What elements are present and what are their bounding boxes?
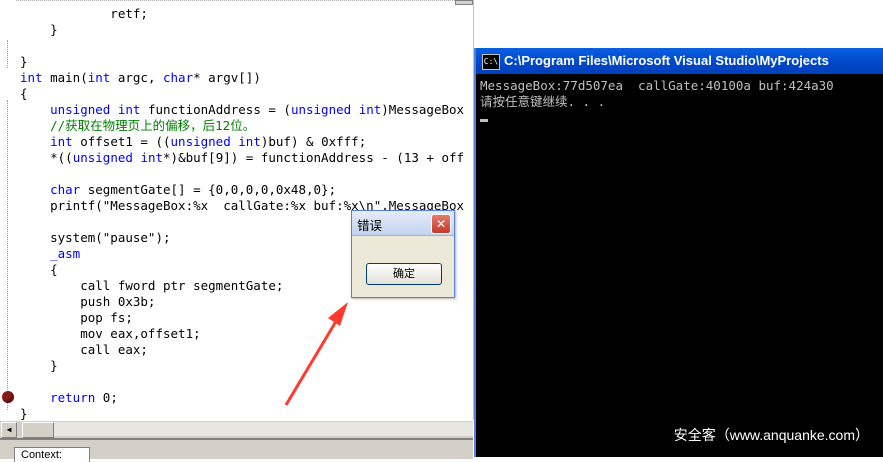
code-text: segmentGate[] = {0,0,0,0,0x48,0}; (80, 182, 337, 197)
code-keyword: unsigned (72, 150, 133, 165)
code-line[interactable]: } (20, 358, 58, 374)
code-line[interactable]: } (20, 54, 28, 70)
code-text: )buf) & 0xfff; (260, 134, 367, 149)
code-text: } (20, 22, 58, 37)
code-keyword: int (87, 70, 111, 85)
code-text: argc, (110, 70, 163, 85)
code-text: call eax; (20, 342, 148, 357)
code-line[interactable]: { (20, 86, 28, 102)
console-output: MessageBox:77d507ea callGate:40100a buf:… (480, 78, 883, 457)
console-line-2: 请按任意键继续. . . (480, 94, 606, 109)
code-keyword: int (117, 102, 141, 117)
code-text: system("pause"); (20, 230, 171, 245)
code-line[interactable]: mov eax,offset1; (20, 326, 201, 342)
code-text: { (20, 86, 28, 101)
code-text: main( (42, 70, 88, 85)
close-icon[interactable]: ✕ (431, 214, 451, 234)
console-line-1: MessageBox:77d507ea callGate:40100a buf:… (480, 78, 834, 93)
console-app-icon: C:\ (482, 54, 500, 70)
code-text: { (20, 262, 58, 277)
scroll-left-arrow-icon[interactable]: ◀ (1, 422, 17, 438)
code-line[interactable]: { (20, 262, 58, 278)
code-text: functionAddress = ( (140, 102, 291, 117)
code-line[interactable]: push 0x3b; (20, 294, 155, 310)
code-line[interactable]: return 0; (20, 390, 118, 406)
code-keyword: char (50, 182, 81, 197)
code-text: pop fs; (20, 310, 133, 325)
code-text: } (20, 406, 28, 420)
editor-top-divider (0, 0, 473, 1)
code-text: )MessageBox (381, 102, 465, 117)
dialog-title: 错误 (357, 218, 383, 233)
code-line[interactable]: } (20, 406, 28, 420)
code-keyword: int (50, 134, 73, 149)
error-dialog[interactable]: 错误 ✕ 确定 (351, 210, 455, 298)
scrollbar-track[interactable] (54, 422, 473, 436)
ok-button[interactable]: 确定 (366, 263, 442, 285)
watermark: 安全客（www.anquanke.com） (673, 427, 869, 443)
code-text: call fword ptr segmentGate; (20, 278, 284, 293)
dialog-title-bar[interactable]: 错误 ✕ (352, 211, 454, 236)
code-text: push 0x3b; (20, 294, 156, 309)
code-line[interactable]: *((unsigned int*)&buf[9]) = functionAddr… (20, 150, 464, 166)
code-text: *(( (20, 150, 73, 165)
breakpoint-icon[interactable] (2, 391, 14, 403)
scrollbar-thumb[interactable] (22, 422, 54, 438)
code-text: mov eax,offset1; (20, 326, 201, 341)
code-keyword: return (50, 390, 96, 405)
code-line[interactable]: call fword ptr segmentGate; (20, 278, 283, 294)
code-line[interactable]: char segmentGate[] = {0,0,0,0,0x48,0}; (20, 182, 336, 198)
code-keyword: unsigned (290, 102, 352, 117)
code-keyword: int (238, 134, 261, 149)
code-keyword: unsigned (170, 134, 231, 149)
console-title: C:\Program Files\Microsoft Visual Studio… (504, 53, 829, 68)
code-comment: //获取在物理页上的偏移，后12位。 (20, 118, 256, 133)
code-keyword: int (140, 150, 164, 165)
code-text: } (20, 358, 58, 373)
horizontal-scrollbar[interactable]: ◀ (0, 420, 473, 438)
code-line[interactable]: pop fs; (20, 310, 133, 326)
console-cursor (480, 119, 488, 122)
console-title-bar[interactable]: C:\ C:\Program Files\Microsoft Visual St… (476, 48, 883, 74)
code-text: *)&buf[9]) = functionAddress - (13 + off (163, 150, 465, 165)
code-line[interactable]: int offset1 = ((unsigned int)buf) & 0xff… (20, 134, 366, 150)
code-text: * argv[]) (193, 70, 261, 85)
code-line[interactable]: unsigned int functionAddress = (unsigned… (20, 102, 464, 118)
output-panel: Context: (0, 438, 473, 462)
code-line[interactable]: system("pause"); (20, 230, 171, 246)
fold-guide (7, 100, 8, 410)
code-text: } (20, 54, 28, 69)
code-line[interactable]: call eax; (20, 342, 148, 358)
code-text: retf; (20, 6, 148, 21)
code-keyword: int (20, 70, 43, 85)
code-line[interactable]: //获取在物理页上的偏移，后12位。 (20, 118, 255, 134)
code-keyword: int (358, 102, 382, 117)
code-line[interactable]: } (20, 22, 58, 38)
console-window[interactable]: C:\ C:\Program Files\Microsoft Visual St… (474, 48, 883, 457)
vertical-scrollbar[interactable] (455, 0, 473, 5)
code-keyword: unsigned (50, 102, 111, 117)
editor-gutter[interactable] (0, 0, 16, 420)
code-line[interactable]: int main(int argc, char* argv[]) (20, 70, 261, 86)
tab-context[interactable]: Context: (14, 447, 90, 462)
code-line[interactable]: retf; (20, 6, 148, 22)
code-keyword: _asm (50, 246, 81, 261)
fold-guide (7, 40, 8, 68)
code-keyword: char (163, 70, 194, 85)
code-line[interactable]: _asm (20, 246, 80, 262)
code-text: offset1 = (( (72, 134, 171, 149)
code-text: 0; (95, 390, 118, 405)
